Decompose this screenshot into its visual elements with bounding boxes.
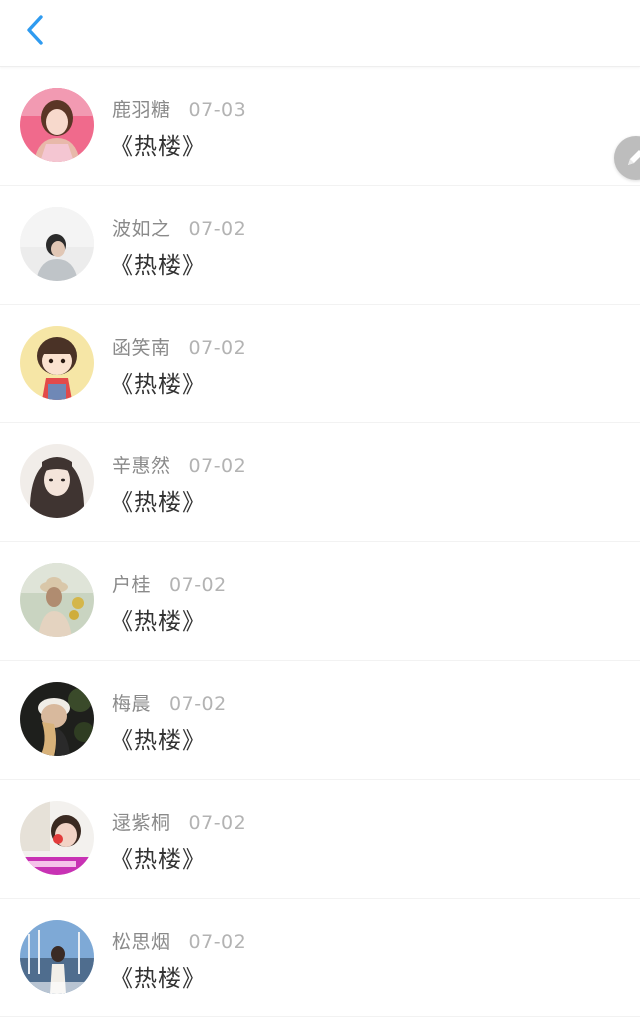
avatar[interactable] — [20, 681, 94, 756]
list-item[interactable]: 波如之 07-02 《热楼》 — [0, 186, 640, 305]
user-name[interactable]: 松思烟 — [112, 931, 171, 953]
list-item[interactable]: 逯紫桐 07-02 《热楼》 — [0, 780, 640, 899]
post-date: 07-02 — [188, 217, 247, 240]
list-item[interactable]: 函笑南 07-02 《热楼》 — [0, 305, 640, 424]
user-name[interactable]: 户桂 — [112, 574, 151, 596]
item-title[interactable]: 《热楼》 — [110, 365, 206, 399]
post-date: 07-02 — [188, 455, 247, 478]
avatar[interactable] — [20, 563, 94, 638]
item-title[interactable]: 《热楼》 — [110, 840, 206, 874]
user-name[interactable]: 梅晨 — [112, 693, 151, 715]
post-date: 07-02 — [188, 930, 247, 953]
user-name[interactable]: 波如之 — [112, 218, 171, 240]
post-date: 07-02 — [169, 692, 227, 715]
item-title[interactable]: 《热楼》 — [110, 602, 206, 636]
user-name[interactable]: 辛惠然 — [112, 455, 171, 477]
item-title[interactable]: 《热楼》 — [110, 127, 206, 161]
item-title[interactable]: 《热楼》 — [110, 959, 206, 993]
user-name[interactable]: 函笑南 — [112, 337, 171, 359]
item-title[interactable]: 《热楼》 — [110, 483, 206, 517]
list-item[interactable]: 梅晨 07-02 《热楼》 — [0, 661, 640, 780]
avatar[interactable] — [20, 325, 94, 400]
avatar[interactable] — [20, 444, 94, 519]
post-date: 07-02 — [188, 336, 247, 359]
user-name[interactable]: 逯紫桐 — [112, 812, 171, 834]
item-title[interactable]: 《热楼》 — [110, 721, 206, 755]
user-name[interactable]: 鹿羽糖 — [112, 99, 171, 121]
avatar[interactable] — [20, 919, 94, 994]
post-date: 07-02 — [188, 811, 247, 834]
top-bar — [0, 0, 640, 67]
list-item[interactable]: 户桂 07-02 《热楼》 — [0, 542, 640, 661]
list-item[interactable]: 辛惠然 07-02 《热楼》 — [0, 423, 640, 543]
chevron-left-icon — [27, 15, 43, 45]
item-title[interactable]: 《热楼》 — [110, 246, 206, 280]
post-date: 07-03 — [188, 99, 247, 121]
pencil-icon — [628, 150, 640, 165]
avatar[interactable] — [20, 206, 94, 281]
avatar[interactable] — [20, 800, 94, 875]
list-item[interactable]: 松思烟 07-02 《热楼》 — [0, 899, 640, 1018]
avatar[interactable] — [20, 88, 94, 162]
post-date: 07-02 — [169, 574, 227, 597]
list-item[interactable]: 鹿羽糖 07-03 《热楼》 — [0, 67, 640, 186]
back-button[interactable] — [18, 10, 52, 50]
message-list: 鹿羽糖 07-03 《热楼》 波如之 07-02 《热楼》 函笑南 07-02 … — [0, 67, 640, 1018]
